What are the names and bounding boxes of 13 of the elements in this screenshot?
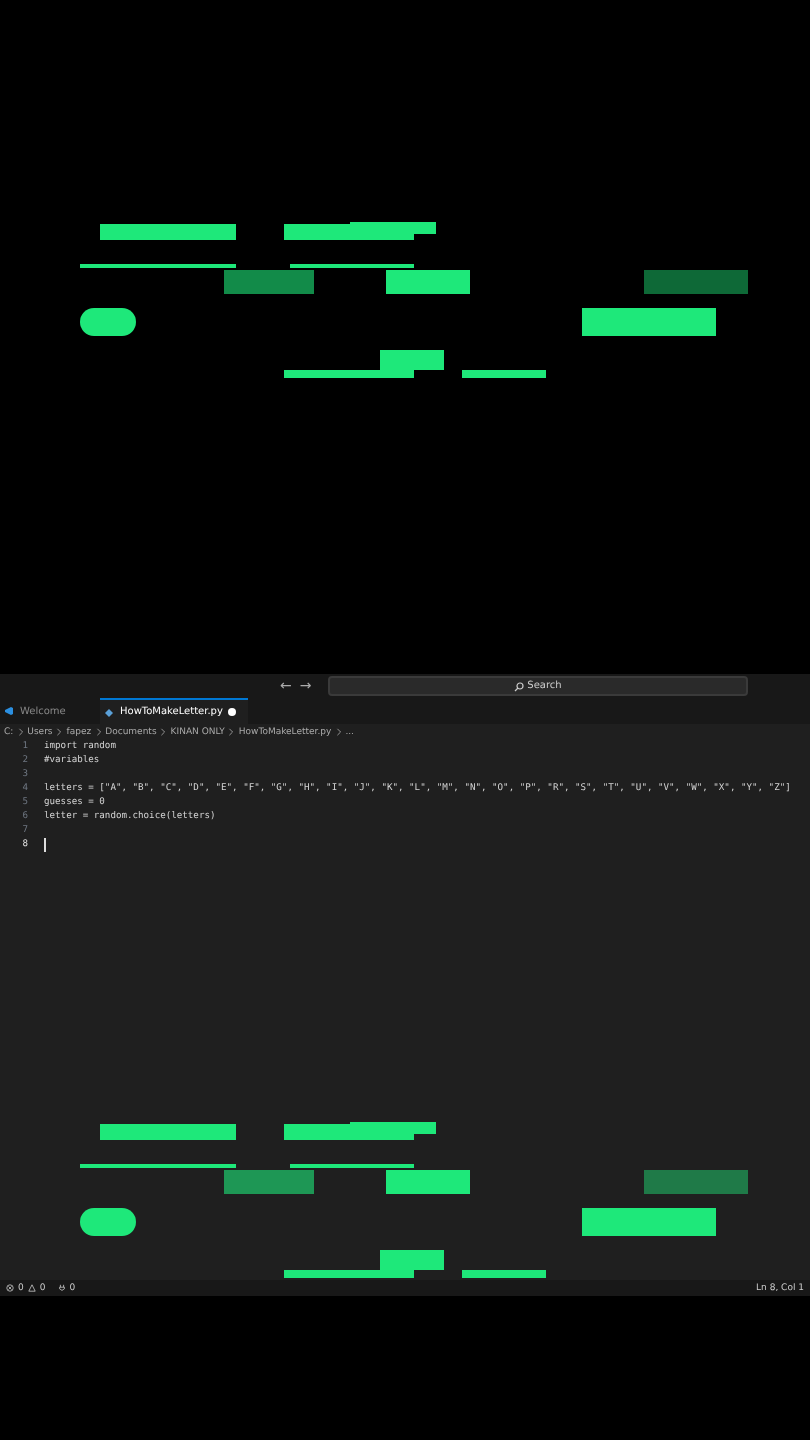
- search-icon: [513, 681, 524, 691]
- error-icon: [6, 1284, 14, 1292]
- chevron-icon: [95, 728, 102, 736]
- chevron-icon: [335, 728, 342, 736]
- chevron-icon: [160, 728, 167, 736]
- python-file-icon: [104, 707, 114, 717]
- plug-icon: [57, 1284, 66, 1292]
- code-editor-icon: [4, 706, 14, 716]
- text-cursor: [44, 838, 46, 852]
- chevron-icon: [56, 728, 63, 736]
- chevron-icon: [228, 728, 235, 736]
- chevron-icon: [17, 728, 24, 736]
- warning-icon: [27, 1284, 36, 1292]
